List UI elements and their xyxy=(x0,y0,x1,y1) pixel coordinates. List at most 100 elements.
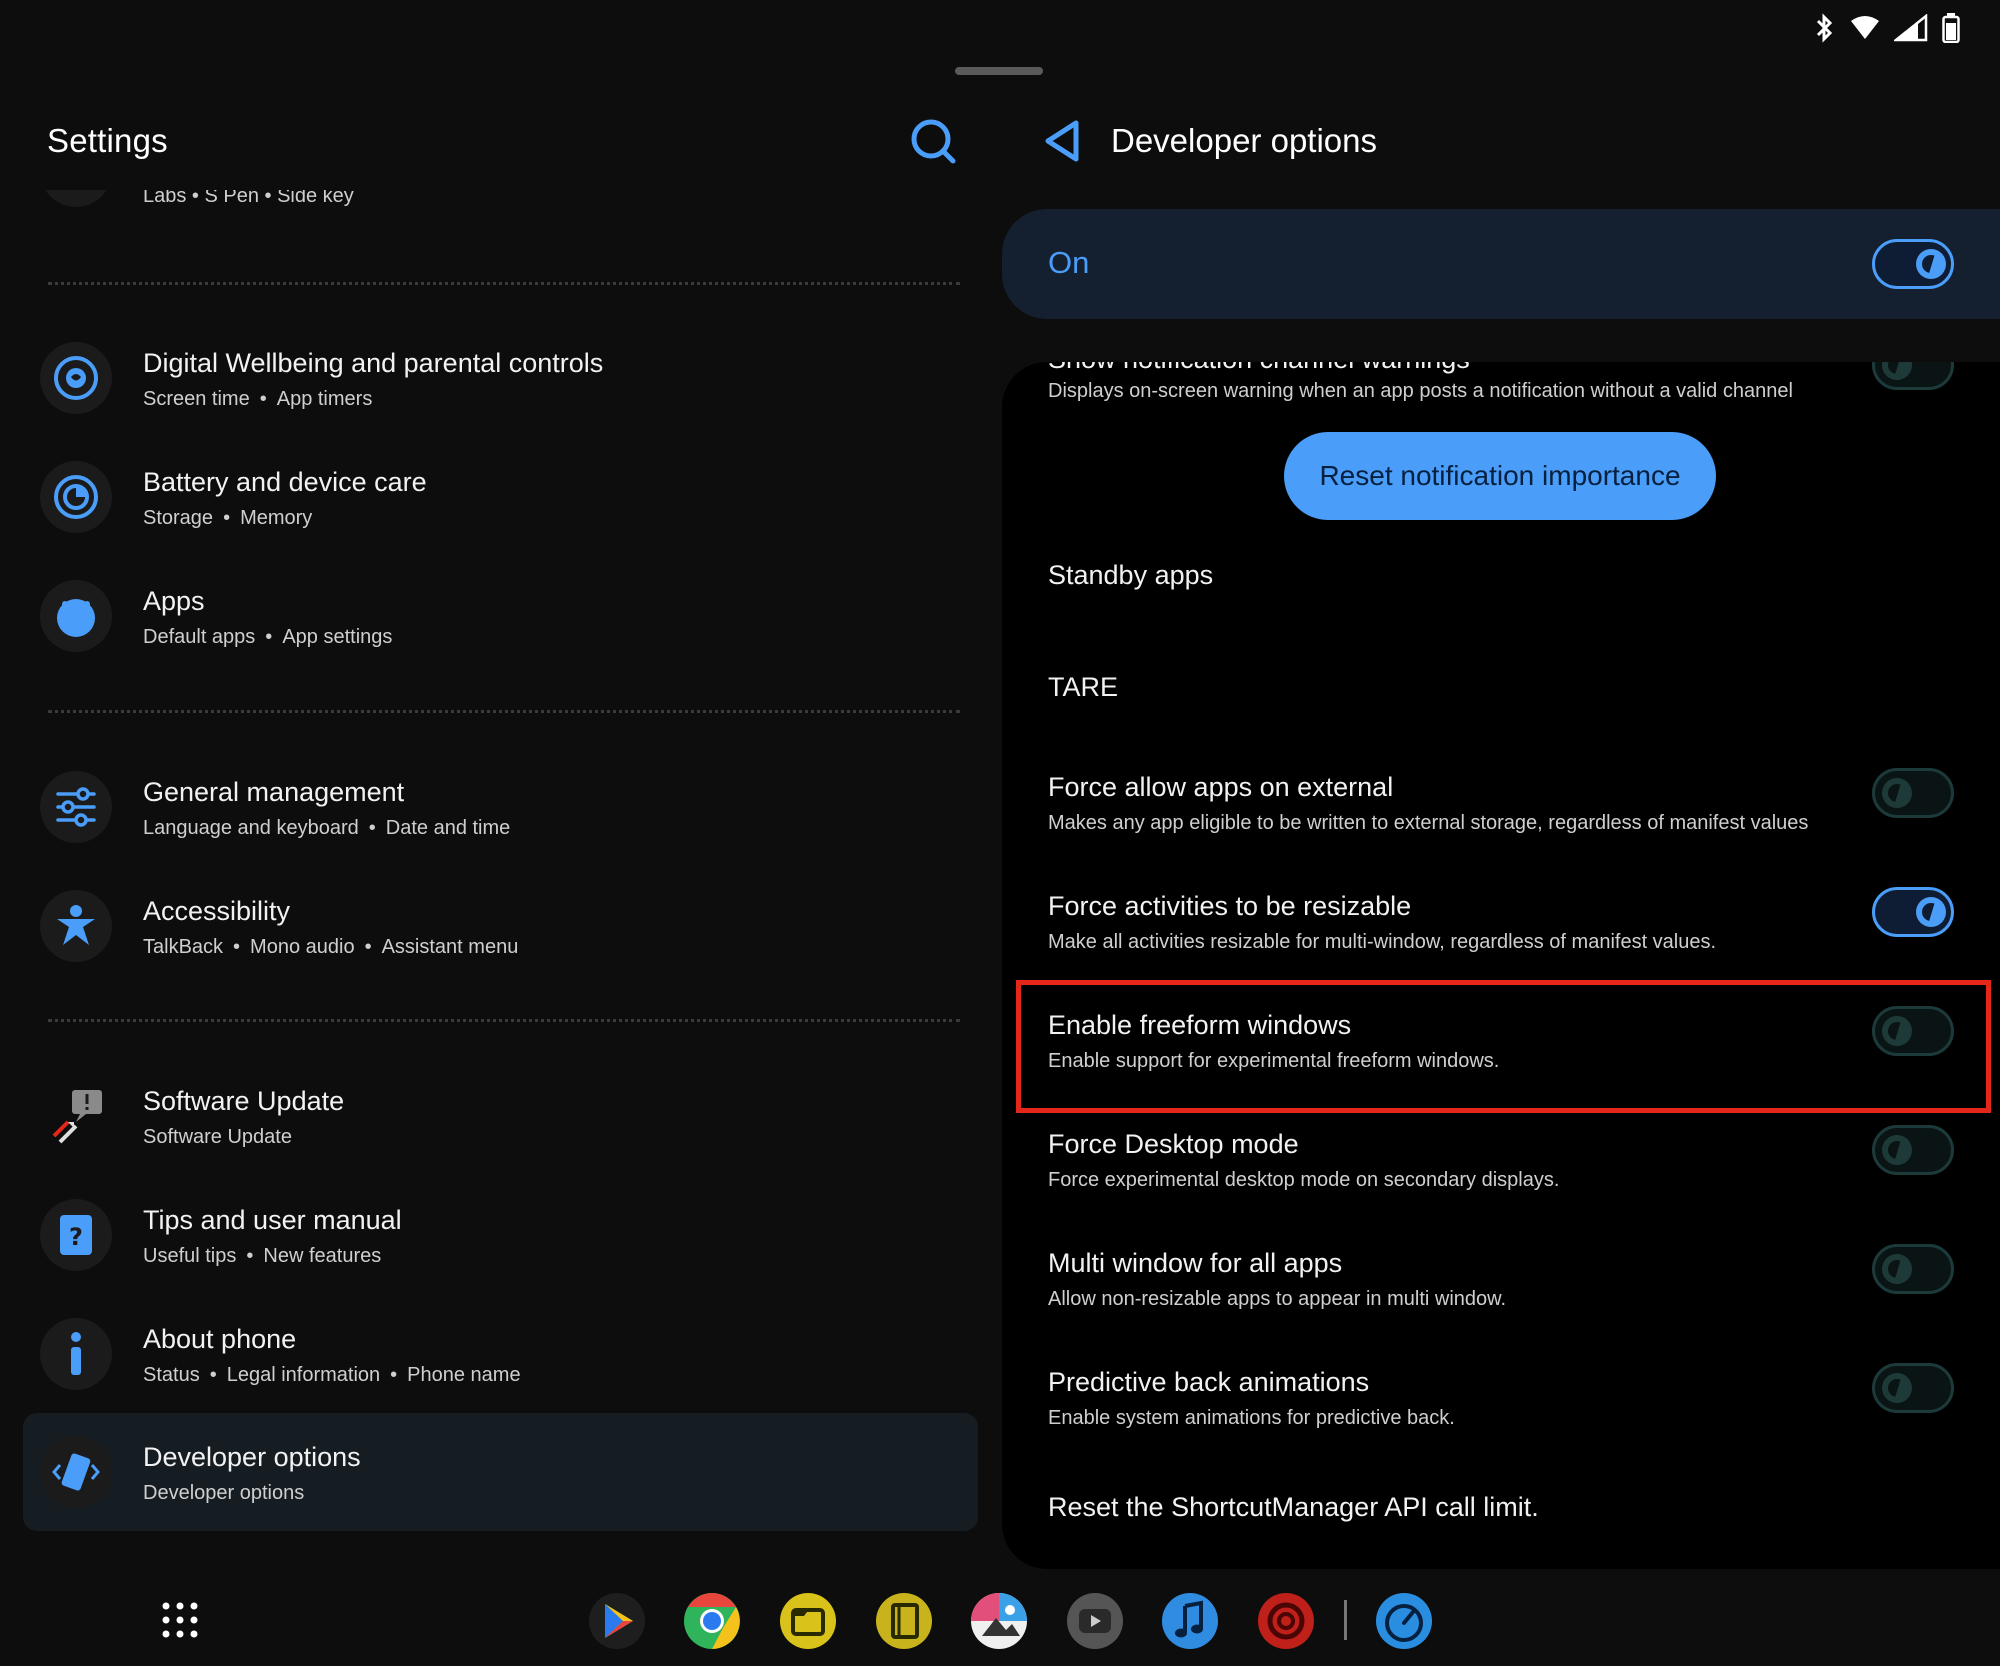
multi-window-all-apps-switch[interactable] xyxy=(1872,1244,1954,1294)
settings-item-accessibility[interactable]: Accessibility TalkBack • Mono audio • Assist… xyxy=(0,878,1000,988)
settings-item-tips-manual[interactable]: ? Tips and user manual Useful tips • New f… xyxy=(0,1187,1000,1297)
row-title: Show notification channel warnings xyxy=(1048,362,1470,375)
switch-knob xyxy=(1916,897,1946,927)
dock-app-video[interactable] xyxy=(1066,1592,1124,1650)
settings-item-title: Tips and user manual xyxy=(143,1205,402,1235)
settings-item-battery-device-care[interactable]: Battery and device care Storage • Memory xyxy=(0,449,1000,559)
dock-app-chrome[interactable] xyxy=(683,1592,741,1650)
dock-app-play-store[interactable] xyxy=(588,1592,646,1650)
dock-app-speedtest[interactable] xyxy=(1375,1592,1433,1650)
settings-item-title: Software Update xyxy=(143,1086,345,1116)
speedtest-icon xyxy=(1376,1593,1432,1649)
settings-item-subtitle: Language and keyboard xyxy=(143,817,359,839)
files-icon xyxy=(780,1593,836,1649)
switch-knob xyxy=(1882,362,1912,380)
app-drawer-button[interactable] xyxy=(160,1600,200,1645)
developer-options-master-switch[interactable] xyxy=(1872,239,1954,289)
force-resizable-switch[interactable] xyxy=(1872,887,1954,937)
settings-item-digital-wellbeing[interactable]: Digital Wellbeing and parental controls … xyxy=(0,330,1000,440)
settings-item-subtitle: Useful tips xyxy=(143,1245,237,1267)
row-title: Reset the ShortcutManager API call limit… xyxy=(1048,1492,1539,1522)
sliders-icon xyxy=(56,787,96,827)
settings-item-software-update[interactable]: Software Update Software Update xyxy=(0,1068,1000,1178)
settings-item-subtitle: New features xyxy=(263,1245,382,1267)
switch-knob xyxy=(1882,1254,1912,1284)
svg-text:?: ? xyxy=(69,1223,83,1251)
page-title: Settings xyxy=(47,122,168,159)
force-allow-external-switch[interactable] xyxy=(1872,768,1954,818)
row-title: Force activities to be resizable xyxy=(1048,891,1412,921)
row-tare[interactable]: TARE xyxy=(1002,672,2000,752)
device-care-icon xyxy=(54,475,98,519)
divider xyxy=(48,1019,960,1022)
settings-item-subtitle: Legal information xyxy=(226,1364,381,1386)
developer-options-list[interactable]: Show notification channel warnings Displ… xyxy=(1002,362,2000,1569)
master-switch-card[interactable]: On xyxy=(1002,209,2000,319)
master-switch-label: On xyxy=(1048,245,1090,280)
settings-item-title: Digital Wellbeing and parental controls xyxy=(143,348,604,378)
row-description: Force experimental desktop mode on secon… xyxy=(1048,1169,1560,1191)
row-title: Force allow apps on external xyxy=(1048,772,1394,802)
row-force-resizable[interactable]: Force activities to be resizable Make al… xyxy=(1002,887,2000,991)
settings-item-subtitle: Status xyxy=(143,1364,200,1386)
info-icon xyxy=(71,1332,81,1375)
settings-item-subtitle: Phone name xyxy=(407,1364,521,1386)
search-icon xyxy=(911,119,956,164)
notification-warnings-switch[interactable] xyxy=(1872,362,1954,390)
clipped-settings-item[interactable]: Labs • S Pen • Side key xyxy=(0,190,1000,220)
row-standby-apps-label[interactable]: Standby apps xyxy=(1002,560,2000,640)
back-button[interactable] xyxy=(1042,118,1082,169)
switch-knob xyxy=(1882,1373,1912,1403)
settings-item-subtitle: Mono audio xyxy=(250,936,355,958)
settings-item-about-phone[interactable]: About phone Status • Legal information • Pho… xyxy=(0,1306,1000,1416)
notes-icon xyxy=(876,1593,932,1649)
dock-app-notes[interactable] xyxy=(875,1592,933,1650)
settings-item-title: Battery and device care xyxy=(143,467,427,497)
settings-item-subtitle: Storage xyxy=(143,507,214,529)
settings-item-title: General management xyxy=(143,777,405,807)
row-multi-window-all-apps[interactable]: Multi window for all apps Allow non-resi… xyxy=(1002,1244,2000,1348)
settings-item-subtitle: Developer options xyxy=(143,1482,305,1504)
row-force-desktop-mode[interactable]: Force Desktop mode Force experimental de… xyxy=(1002,1125,2000,1229)
clipped-subtitle: Labs • S Pen • Side key xyxy=(143,190,354,207)
row-description: Makes any app eligible to be written to … xyxy=(1048,812,1809,834)
gallery-icon xyxy=(971,1593,1027,1649)
row-title: Multi window for all apps xyxy=(1048,1248,1343,1278)
play-store-icon xyxy=(589,1593,645,1649)
row-reset-shortcutmanager[interactable]: Reset the ShortcutManager API call limit… xyxy=(1002,1492,2000,1552)
predictive-back-animations-switch[interactable] xyxy=(1872,1363,1954,1413)
dock-app-radio[interactable] xyxy=(1257,1592,1315,1650)
row-description: Allow non-resizable apps to appear in mu… xyxy=(1048,1288,1507,1310)
settings-item-title: Apps xyxy=(143,586,205,616)
settings-item-title: About phone xyxy=(143,1324,297,1354)
settings-item-subtitle: Software Update xyxy=(143,1126,292,1148)
settings-item-apps[interactable]: Apps Default apps • App settings xyxy=(0,568,1000,678)
settings-item-title: Developer options xyxy=(143,1442,361,1472)
settings-item-developer-options[interactable]: Developer options Developer options xyxy=(23,1413,978,1531)
dock-app-files[interactable] xyxy=(779,1592,837,1650)
settings-item-subtitle: Default apps xyxy=(143,626,256,648)
search-button[interactable] xyxy=(910,118,956,169)
highlight-annotation-box xyxy=(1016,980,1991,1113)
row-predictive-back-animations[interactable]: Predictive back animations Enable system… xyxy=(1002,1363,2000,1467)
force-desktop-mode-switch[interactable] xyxy=(1872,1125,1954,1175)
settings-item-subtitle: App timers xyxy=(276,388,373,410)
settings-item-subtitle: Memory xyxy=(240,507,313,529)
settings-item-general-management[interactable]: General management Language and keyboard… xyxy=(0,759,1000,869)
wellbeing-icon xyxy=(54,356,98,400)
advanced-features-icon xyxy=(40,190,112,207)
row-notification-channel-warnings[interactable]: Show notification channel warnings Displ… xyxy=(1002,362,2000,422)
chrome-icon xyxy=(684,1593,740,1649)
row-description: Make all activities resizable for multi-… xyxy=(1048,931,1717,953)
developer-icon xyxy=(52,1453,100,1491)
settings-item-subtitle: Date and time xyxy=(385,817,511,839)
settings-item-subtitle: TalkBack xyxy=(143,936,224,958)
dock-app-gallery[interactable] xyxy=(970,1592,1028,1650)
dock-app-music[interactable] xyxy=(1161,1592,1219,1650)
row-description: Enable system animations for predictive … xyxy=(1048,1407,1455,1429)
reset-notification-importance-button[interactable]: Reset notification importance xyxy=(1284,432,1716,520)
row-force-allow-external[interactable]: Force allow apps on external Makes any a… xyxy=(1002,768,2000,872)
apps-grid-icon xyxy=(162,1602,198,1638)
switch-knob xyxy=(1882,1135,1912,1165)
developer-options-pane: Developer options On Show notification c… xyxy=(1000,0,2000,1580)
